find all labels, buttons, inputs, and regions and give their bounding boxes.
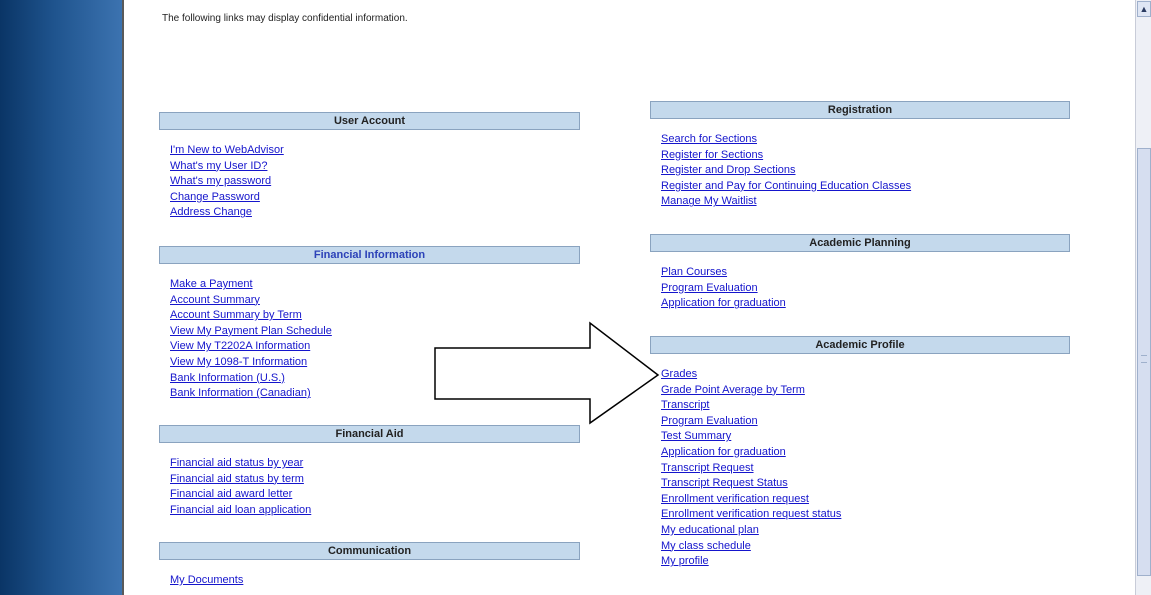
- scroll-up-arrow-icon[interactable]: ▲: [1137, 1, 1151, 17]
- section-header-user-account: User Account: [159, 112, 580, 130]
- section-financial-aid: Financial Aid Financial aid status by ye…: [159, 425, 580, 518]
- link-program-evaluation[interactable]: Program Evaluation: [661, 281, 1070, 297]
- section-academic-planning: Academic Planning Plan Courses Program E…: [650, 234, 1070, 312]
- right-arrow-icon: [434, 321, 660, 425]
- vertical-scrollbar[interactable]: ▲: [1135, 0, 1151, 595]
- link-gpa-by-term[interactable]: Grade Point Average by Term: [661, 383, 1070, 399]
- scrollbar-grip: [1141, 355, 1147, 363]
- link-plan-courses[interactable]: Plan Courses: [661, 265, 1070, 281]
- link-my-documents[interactable]: My Documents: [170, 573, 580, 589]
- section-communication: Communication My Documents: [159, 542, 580, 589]
- link-transcript-request-status[interactable]: Transcript Request Status: [661, 476, 1070, 492]
- link-manage-waitlist[interactable]: Manage My Waitlist: [661, 194, 1070, 210]
- section-academic-profile: Academic Profile Grades Grade Point Aver…: [650, 336, 1070, 570]
- academic-planning-links: Plan Courses Program Evaluation Applicat…: [650, 265, 1070, 312]
- link-grades[interactable]: Grades: [661, 367, 1070, 383]
- registration-links: Search for Sections Register for Section…: [650, 132, 1070, 210]
- section-header-registration: Registration: [650, 101, 1070, 119]
- link-transcript[interactable]: Transcript: [661, 398, 1070, 414]
- link-aid-award-letter[interactable]: Financial aid award letter: [170, 487, 580, 503]
- confidential-notice: The following links may display confiden…: [162, 13, 408, 24]
- link-register-for-sections[interactable]: Register for Sections: [661, 148, 1070, 164]
- link-enrollment-verification-request[interactable]: Enrollment verification request: [661, 492, 1070, 508]
- link-account-summary[interactable]: Account Summary: [170, 293, 580, 309]
- link-profile-program-evaluation[interactable]: Program Evaluation: [661, 414, 1070, 430]
- link-new-to-webadvisor[interactable]: I'm New to WebAdvisor: [170, 143, 580, 159]
- left-sidebar: [0, 0, 122, 595]
- academic-profile-links: Grades Grade Point Average by Term Trans…: [650, 367, 1070, 570]
- link-whats-my-user-id[interactable]: What's my User ID?: [170, 159, 580, 175]
- user-account-links: I'm New to WebAdvisor What's my User ID?…: [159, 143, 580, 221]
- link-make-a-payment[interactable]: Make a Payment: [170, 277, 580, 293]
- link-aid-loan-application[interactable]: Financial aid loan application: [170, 503, 580, 519]
- link-aid-status-by-year[interactable]: Financial aid status by year: [170, 456, 580, 472]
- section-header-communication: Communication: [159, 542, 580, 560]
- link-change-password[interactable]: Change Password: [170, 190, 580, 206]
- link-transcript-request[interactable]: Transcript Request: [661, 461, 1070, 477]
- financial-aid-links: Financial aid status by year Financial a…: [159, 456, 580, 518]
- link-application-for-graduation[interactable]: Application for graduation: [661, 296, 1070, 312]
- link-aid-status-by-term[interactable]: Financial aid status by term: [170, 472, 580, 488]
- link-whats-my-password[interactable]: What's my password: [170, 174, 580, 190]
- section-header-financial-information: Financial Information: [159, 246, 580, 264]
- link-profile-application-for-graduation[interactable]: Application for graduation: [661, 445, 1070, 461]
- link-register-and-drop[interactable]: Register and Drop Sections: [661, 163, 1070, 179]
- communication-links: My Documents: [159, 573, 580, 589]
- scrollbar-thumb[interactable]: [1137, 148, 1151, 576]
- link-register-and-pay-ce[interactable]: Register and Pay for Continuing Educatio…: [661, 179, 1070, 195]
- link-enrollment-verification-status[interactable]: Enrollment verification request status: [661, 507, 1070, 523]
- link-test-summary[interactable]: Test Summary: [661, 429, 1070, 445]
- section-header-academic-profile: Academic Profile: [650, 336, 1070, 354]
- section-header-academic-planning: Academic Planning: [650, 234, 1070, 252]
- section-registration: Registration Search for Sections Registe…: [650, 101, 1070, 210]
- link-my-profile[interactable]: My profile: [661, 554, 1070, 570]
- link-address-change[interactable]: Address Change: [170, 205, 580, 221]
- section-user-account: User Account I'm New to WebAdvisor What'…: [159, 112, 580, 221]
- link-my-educational-plan[interactable]: My educational plan: [661, 523, 1070, 539]
- link-my-class-schedule[interactable]: My class schedule: [661, 539, 1070, 555]
- link-search-for-sections[interactable]: Search for Sections: [661, 132, 1070, 148]
